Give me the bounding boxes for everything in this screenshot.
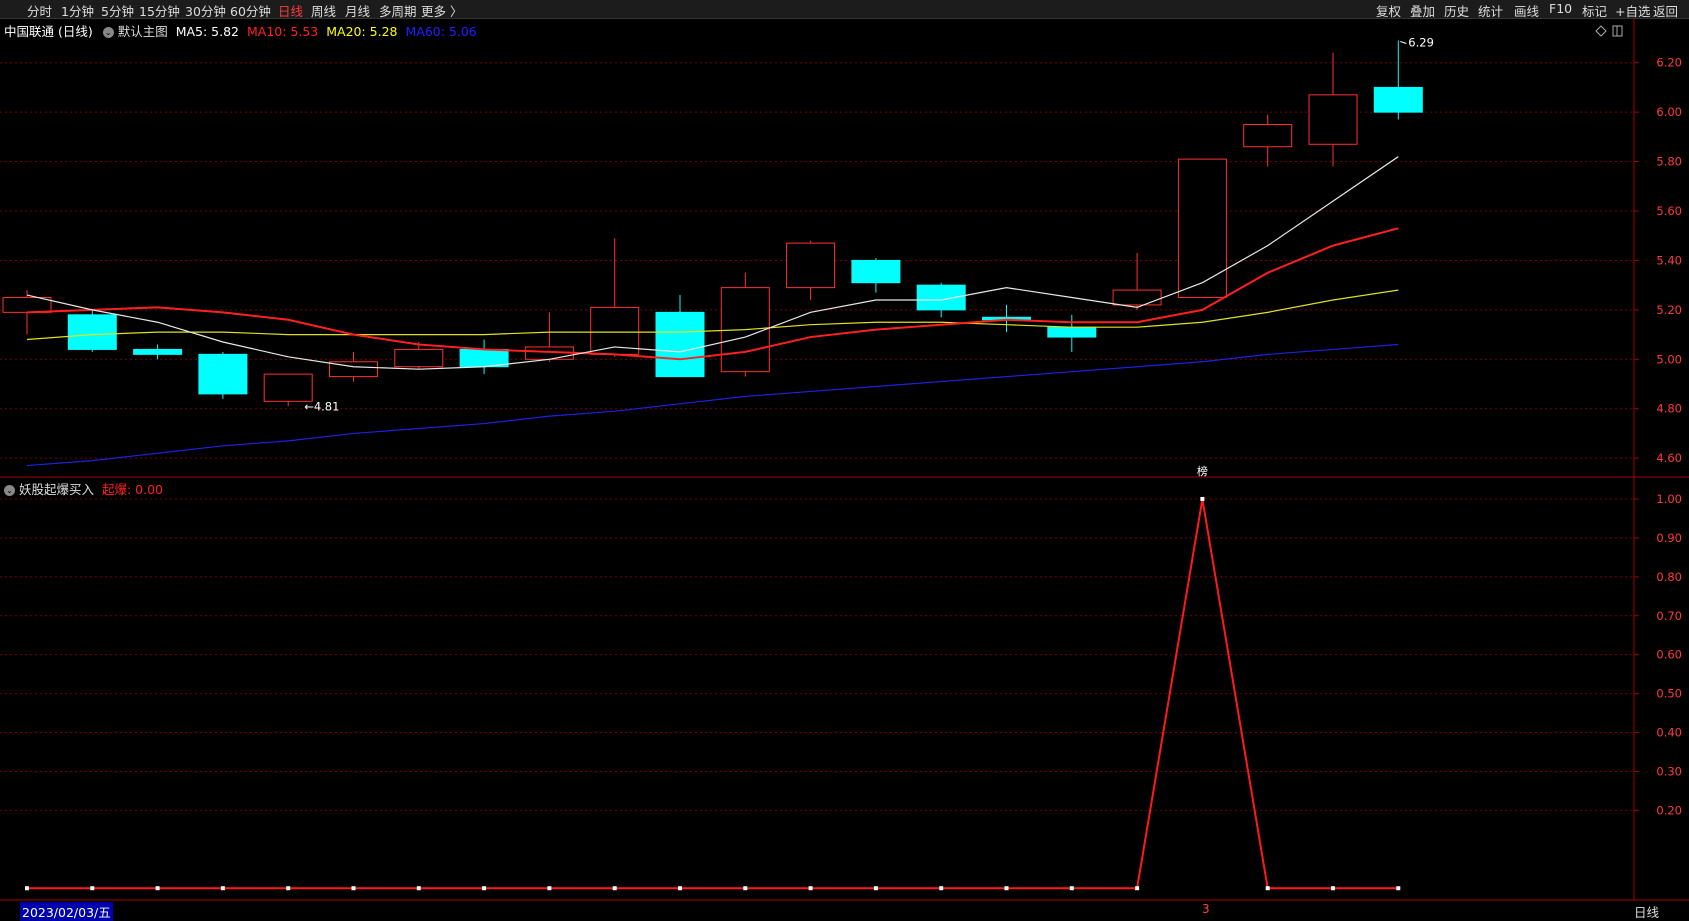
candle-body [1308,94,1358,145]
indicator-tick-label: 0.50 [1656,687,1682,701]
signal-point [482,886,487,891]
signal-point [939,886,944,891]
signal-point [678,886,682,891]
signal-point [155,886,160,891]
candle-body [1373,86,1423,113]
candle-body [2,297,52,313]
price-tick-label: 5.00 [1656,352,1682,366]
period-label: 日线 [1634,905,1660,920]
dropdown-circle-icon[interactable]: ⌄ [4,485,15,496]
candle-body [263,373,313,402]
candle-body [1177,158,1227,299]
signal-marker-label: 榜 [1197,464,1208,478]
ma60-legend: MA60: 5.06 [405,24,477,39]
signal-point [612,886,617,891]
price-tick-label: 5.40 [1656,253,1682,267]
signal-point [1331,886,1335,891]
candle-body [655,311,705,378]
candle-body [133,348,183,355]
candle-body [1243,124,1293,148]
high-price-label: 6.29 [1408,35,1434,49]
signal-point [1004,886,1009,891]
signal-point [743,886,748,891]
signal-point [873,886,878,891]
signal-point [1396,886,1401,891]
indicator-legend: ⌄ 妖股起爆买入 起爆: 0.00 [4,479,163,498]
signal-point [1069,886,1074,891]
ma10-legend: MA10: 5.53 [247,24,319,39]
candle-body [1112,289,1162,306]
indicator-tick-label: 0.40 [1656,726,1682,740]
candle-body [851,259,901,284]
candle-body [198,353,248,395]
signal-point [416,886,421,891]
signal-point [286,886,291,891]
candle-body [67,314,117,350]
signal-point [90,886,95,891]
date-cursor-label: 2023/02/03/五 [20,902,113,921]
signal-point [1200,497,1205,501]
price-tick-label: 5.20 [1656,303,1682,317]
main-legend: 中国联通 (日线) ⌄ 默认主图 MA5: 5.82 MA10: 5.53 MA… [4,21,477,40]
indicator-tick-label: 1.00 [1656,492,1682,506]
price-tick-label: 6.20 [1656,56,1682,70]
low-price-label: ←4.81 [304,399,339,413]
price-tick-label: 4.60 [1656,451,1682,465]
signal-point [220,886,225,891]
candle-body [916,284,966,311]
signal-point [1265,886,1270,891]
indicator-tick-label: 0.30 [1656,764,1682,778]
indicator-name[interactable]: 妖股起爆买入 [19,482,94,497]
chart-canvas: 6.20 6.00 5.80 5.60 5.40 5.20 5.00 4.80 4.60 1.00… [0,18,1689,901]
price-tick-label: 4.80 [1656,402,1682,416]
indicator-tick-label: 0.60 [1656,648,1682,662]
signal-line [27,498,1399,890]
signal-point [547,886,552,891]
price-tick-label: 5.60 [1656,204,1682,218]
dropdown-circle-icon[interactable]: ⌄ [102,27,114,38]
indicator-tick-label: 0.20 [1656,803,1682,817]
stock-name: 中国联通 (日线) [4,24,93,39]
candle-body [1047,326,1097,338]
ma20-legend: MA20: 5.28 [326,24,398,39]
indicator-value: 起爆: 0.00 [101,482,164,497]
candle-body [394,348,444,368]
diamond-icon [1595,25,1607,37]
signal-point [351,886,356,891]
ma5-legend: MA5: 5.82 [175,24,240,39]
signal-point [25,886,29,891]
indicator-tick-label: 0.90 [1656,531,1682,545]
high-price-pointer [1400,40,1407,44]
price-tick-label: 5.80 [1656,155,1682,169]
signal-point [1135,886,1140,891]
template-label[interactable]: 默认主图 [118,24,168,39]
price-tick-label: 6.00 [1656,105,1682,119]
indicator-tick-label: 0.80 [1656,570,1682,584]
indicator-tick-label: 0.70 [1656,609,1682,623]
signal-point [808,886,813,891]
candle-body [459,348,509,368]
candle-body [786,242,836,289]
x-marker-label: 3 [1202,902,1210,916]
